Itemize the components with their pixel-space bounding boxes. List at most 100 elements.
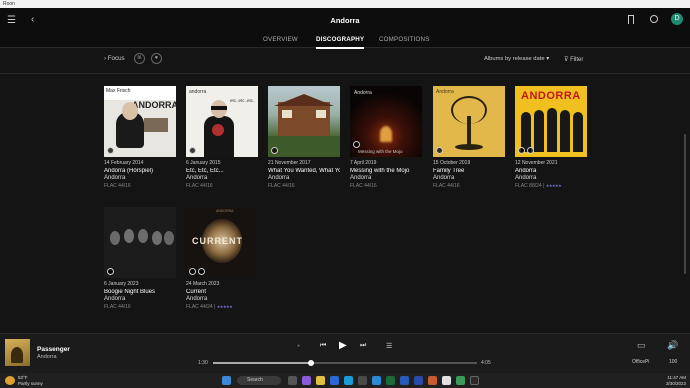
outlook-icon[interactable] <box>400 376 409 385</box>
word-icon[interactable] <box>414 376 423 385</box>
library-icon[interactable] <box>518 147 525 154</box>
radio-icon[interactable]: ● <box>297 343 300 349</box>
heart-icon[interactable]: ♥ <box>151 53 162 64</box>
edge-icon[interactable] <box>344 376 353 385</box>
windows-start-icon[interactable] <box>222 376 231 385</box>
powerpoint-icon[interactable] <box>428 376 437 385</box>
album-card[interactable]: ANDORRA 12 November 2021 Andorra Andorra… <box>515 86 587 192</box>
rating-stars[interactable]: ★★★★★ <box>217 304 233 309</box>
seek-bar[interactable] <box>213 359 477 366</box>
album-artist[interactable]: Andorra <box>186 175 207 181</box>
album-cover[interactable] <box>268 86 340 157</box>
album-cover[interactable]: Andorra Messing with the Mojo <box>350 86 422 157</box>
album-artist[interactable]: Andorra <box>104 296 125 302</box>
album-cover[interactable]: andorra etc..etc..etc.. <box>186 86 258 157</box>
album-date: 6 January 2023 <box>104 281 139 287</box>
avatar[interactable]: D <box>671 13 683 25</box>
album-info-icon[interactable] <box>271 147 278 154</box>
focus-button[interactable]: › Focus <box>104 55 125 62</box>
file-explorer-icon[interactable] <box>316 376 325 385</box>
album-date: 15 October 2019 <box>433 160 471 166</box>
album-info-icon[interactable] <box>436 147 443 154</box>
scrollbar-thumb[interactable] <box>684 134 686 274</box>
queue-icon[interactable]: ☰ <box>386 342 392 350</box>
weather-desc: Partly sunny <box>18 380 43 386</box>
album-cover[interactable] <box>104 207 176 278</box>
cover-text: Andorra <box>436 89 454 95</box>
album-info-icon[interactable] <box>527 147 534 154</box>
tab-compositions[interactable]: COMPOSITIONS <box>379 36 430 43</box>
weather-widget[interactable]: 53°F Partly sunny <box>18 375 43 386</box>
library-filter-icon[interactable]: lı\ <box>134 53 145 64</box>
play-icon[interactable]: ▶ <box>339 340 347 351</box>
album-artist[interactable]: Andorra <box>186 296 207 302</box>
album-card[interactable]: Andorra 15 October 2019 Family Tree Ando… <box>433 86 505 192</box>
album-title[interactable]: What You Wanted, What You Got <box>268 168 340 174</box>
album-card[interactable]: 6 January 2023 Boogie Night Blues Andorr… <box>104 207 176 313</box>
album-info-icon[interactable] <box>198 268 205 275</box>
page-title: Andorra <box>330 16 360 25</box>
app-icon[interactable] <box>456 376 465 385</box>
album-card[interactable]: Max Frisch ANDORRA 14 February 2014 Ando… <box>104 86 176 192</box>
now-playing-cover[interactable] <box>5 339 30 366</box>
rating-stars[interactable]: ★★★★★ <box>546 183 562 188</box>
album-cover[interactable]: Andorra <box>433 86 505 157</box>
album-card[interactable]: ANDORRA CURRENT 24 March 2023 Current An… <box>186 207 258 313</box>
album-title[interactable]: Boogie Night Blues <box>104 289 176 295</box>
album-title[interactable]: Current <box>186 289 258 295</box>
previous-icon[interactable]: ⏮ <box>320 342 326 350</box>
scrollbar[interactable] <box>684 74 687 332</box>
zone-name[interactable]: OfficePi <box>632 359 649 365</box>
album-card[interactable]: Andorra Messing with the Mojo 7 April 20… <box>350 86 422 192</box>
album-cover[interactable]: ANDORRA CURRENT <box>186 207 258 278</box>
album-artist[interactable]: Andorra <box>433 175 454 181</box>
roon-icon[interactable] <box>470 376 479 385</box>
volume-icon[interactable]: 🔊 <box>667 340 678 351</box>
excel-icon[interactable] <box>386 376 395 385</box>
now-playing-artist[interactable]: Andorra <box>37 354 57 360</box>
cover-text: ANDORRA <box>132 100 176 110</box>
zone-device-icon[interactable]: ▭ <box>637 340 646 351</box>
mail-icon[interactable] <box>330 376 339 385</box>
album-date: 6 January 2015 <box>186 160 221 166</box>
album-title[interactable]: Andorra (Hörspiel) <box>104 168 176 174</box>
album-cover[interactable]: ANDORRA <box>515 86 587 157</box>
volume-level[interactable]: 100 <box>669 359 677 365</box>
teams-icon[interactable] <box>302 376 311 385</box>
library-icon[interactable] <box>189 268 196 275</box>
task-view-icon[interactable] <box>288 376 297 385</box>
sort-dropdown[interactable]: Albums by release date ▾ <box>484 56 549 62</box>
system-clock[interactable]: 11:47 AM 3/30/2023 <box>652 375 686 386</box>
seek-knob[interactable] <box>307 359 314 366</box>
next-icon[interactable]: ⏭ <box>360 342 366 350</box>
album-artist[interactable]: Andorra <box>104 175 125 181</box>
chrome-icon[interactable] <box>442 376 451 385</box>
album-cover[interactable]: Max Frisch ANDORRA <box>104 86 176 157</box>
search-icon[interactable] <box>650 15 658 23</box>
album-info-icon[interactable] <box>353 141 360 148</box>
album-title[interactable]: Family Tree <box>433 168 505 174</box>
taskbar-search[interactable]: Search <box>237 376 281 385</box>
album-format: FLAC 44/16 <box>186 183 213 189</box>
album-title[interactable]: Messing with the Mojo <box>350 168 422 174</box>
album-info-icon[interactable] <box>107 268 114 275</box>
tab-discography[interactable]: DISCOGRAPHY <box>316 36 365 49</box>
album-title[interactable]: Andorra <box>515 168 587 174</box>
now-playing-title[interactable]: Passenger <box>37 346 70 353</box>
album-artist[interactable]: Andorra <box>515 175 536 181</box>
cover-text: ANDORRA <box>521 90 581 102</box>
album-card[interactable]: andorra etc..etc..etc.. 6 January 2015 E… <box>186 86 258 192</box>
store-icon[interactable] <box>358 376 367 385</box>
album-info-icon[interactable] <box>189 147 196 154</box>
filter-button[interactable]: ⊽ Filter <box>564 56 583 63</box>
tab-overview[interactable]: OVERVIEW <box>263 36 298 43</box>
divider <box>0 73 690 74</box>
album-card[interactable]: 21 November 2017 What You Wanted, What Y… <box>268 86 340 192</box>
album-artist[interactable]: Andorra <box>350 175 371 181</box>
bookmark-icon[interactable] <box>628 15 634 24</box>
weather-icon[interactable] <box>5 376 15 385</box>
album-artist[interactable]: Andorra <box>268 175 289 181</box>
album-title[interactable]: Etc, Etc, Etc... <box>186 168 258 174</box>
app-icon[interactable] <box>372 376 381 385</box>
album-info-icon[interactable] <box>107 147 114 154</box>
